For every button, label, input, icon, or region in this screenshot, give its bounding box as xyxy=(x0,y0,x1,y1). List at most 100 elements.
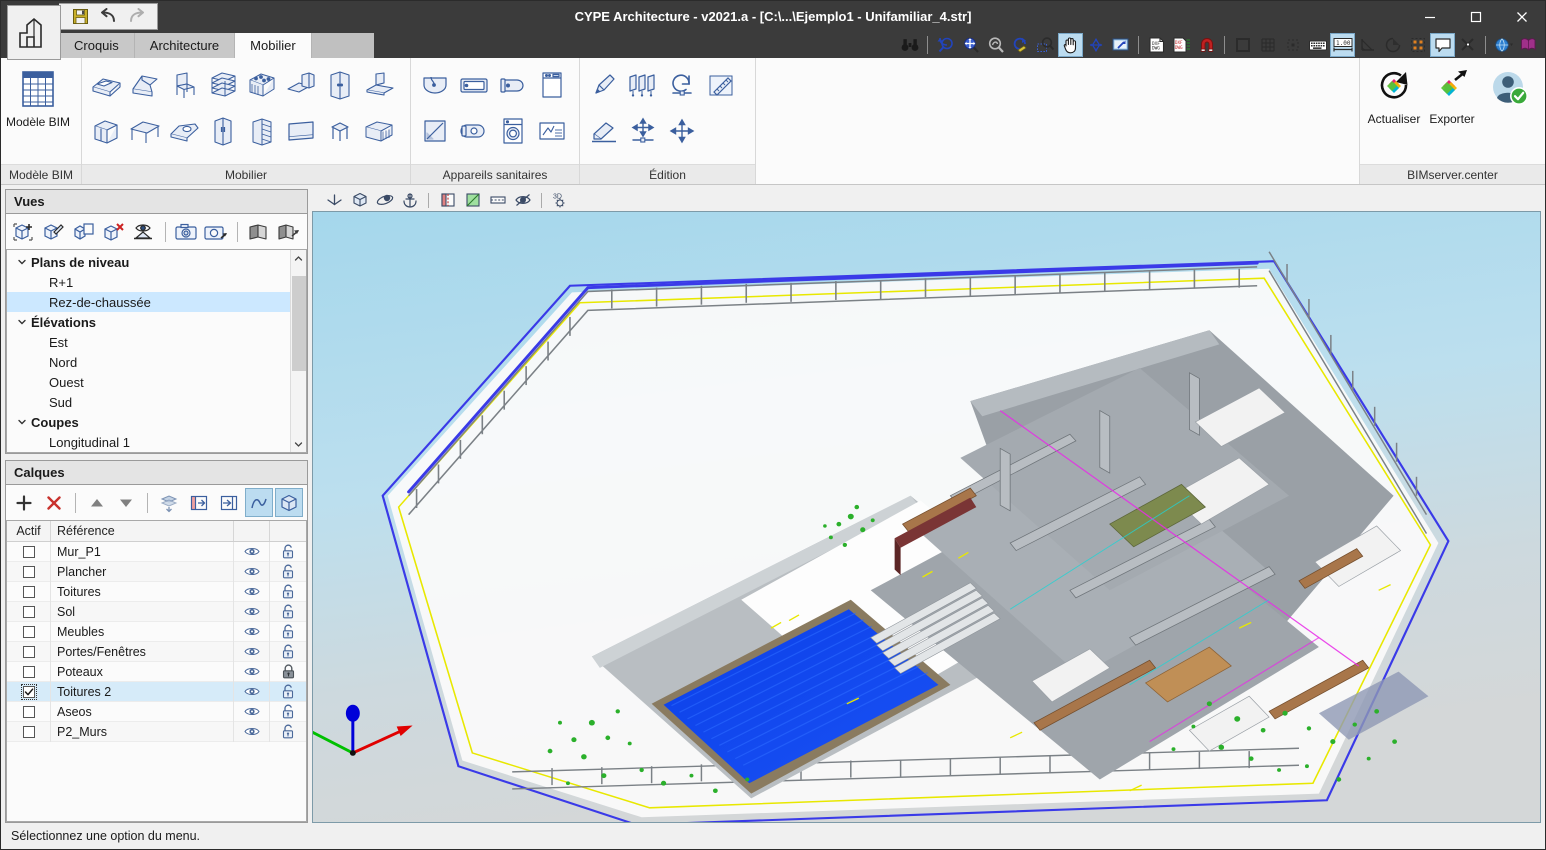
grid-icon[interactable] xyxy=(1255,33,1280,57)
kitchen-unit-icon[interactable] xyxy=(242,62,281,108)
move-up-icon[interactable] xyxy=(83,488,111,517)
save-icon[interactable] xyxy=(68,6,92,28)
table-row[interactable]: Poteaux xyxy=(7,661,306,682)
axes-icon[interactable] xyxy=(322,190,347,211)
hide-eye-icon[interactable] xyxy=(510,190,535,211)
layer-active-cell[interactable] xyxy=(7,581,51,602)
eye-icon[interactable] xyxy=(234,641,270,662)
tree-item-r1[interactable]: R+1 xyxy=(7,272,290,292)
redraw-icon[interactable] xyxy=(1008,33,1033,57)
table-row[interactable]: Sol xyxy=(7,601,306,622)
rotate-icon[interactable] xyxy=(662,62,701,108)
orbit-icon[interactable] xyxy=(1083,33,1108,57)
lock-open-icon[interactable] xyxy=(270,582,306,602)
layer-active-cell[interactable] xyxy=(7,621,51,642)
cabinet-icon[interactable] xyxy=(86,108,125,154)
magnet-snap-icon[interactable] xyxy=(1194,33,1219,57)
layer-reference-cell[interactable]: Mur_P1 xyxy=(51,542,234,562)
layer-active-checkbox[interactable] xyxy=(22,645,35,658)
print-view-icon[interactable] xyxy=(1108,33,1133,57)
edit-view-icon[interactable] xyxy=(40,217,68,246)
layer-active-checkbox[interactable] xyxy=(22,565,35,578)
move-free-icon[interactable] xyxy=(662,108,701,154)
lock-open-icon[interactable] xyxy=(270,542,306,562)
vues-tree[interactable]: Plans de niveau R+1 Rez-de-chaussée Élév… xyxy=(7,250,290,452)
eye-icon[interactable] xyxy=(234,681,270,702)
lock-open-icon[interactable] xyxy=(270,642,306,662)
dxf-dwg-import-icon[interactable]: DXF DWG xyxy=(1144,33,1169,57)
layer-reference-cell[interactable]: Poteaux xyxy=(51,661,234,682)
eye-icon[interactable] xyxy=(234,621,270,642)
redo-icon[interactable] xyxy=(124,6,148,28)
chevron-down-icon[interactable] xyxy=(13,257,31,267)
edit-pencil-icon[interactable] xyxy=(584,62,623,108)
scroll-down-icon[interactable] xyxy=(291,436,307,452)
layer-left-icon[interactable] xyxy=(185,488,213,517)
table-icon[interactable] xyxy=(125,108,164,154)
dishwasher-icon[interactable] xyxy=(532,62,571,108)
curve-snap-icon[interactable] xyxy=(244,488,273,517)
export-book-icon[interactable] xyxy=(275,217,303,246)
copy-multiple-icon[interactable] xyxy=(623,62,662,108)
layer-active-cell[interactable] xyxy=(7,561,51,582)
range-hood-icon[interactable] xyxy=(359,62,398,108)
shade-green-icon[interactable] xyxy=(460,190,485,211)
layer-reference-cell[interactable]: Aseos xyxy=(51,701,234,722)
box-icon[interactable] xyxy=(347,190,372,211)
scroll-up-icon[interactable] xyxy=(291,250,307,266)
layer-active-cell[interactable] xyxy=(7,542,51,562)
scale-100-icon[interactable]: 1.00 xyxy=(1330,33,1355,57)
pan-hand-icon[interactable] xyxy=(1058,33,1083,57)
user-account-button[interactable] xyxy=(1482,64,1538,112)
solid-view-icon[interactable] xyxy=(274,488,303,517)
table-row[interactable]: Meubles xyxy=(7,621,306,642)
wardrobe-icon[interactable] xyxy=(320,62,359,108)
tv-screen-icon[interactable] xyxy=(281,108,320,154)
chevron-down-icon[interactable] xyxy=(13,417,31,427)
eye-icon[interactable] xyxy=(234,661,270,682)
tree-item-est[interactable]: Est xyxy=(7,332,290,352)
globe-icon[interactable] xyxy=(1491,33,1516,57)
add-view-icon[interactable] xyxy=(10,217,38,246)
layer-reference-cell[interactable]: Meubles xyxy=(51,621,234,642)
3d-settings-icon[interactable]: 3D xyxy=(548,190,573,211)
eye-icon[interactable] xyxy=(234,701,270,722)
layer-reference-cell[interactable]: Toitures 2 xyxy=(51,681,234,702)
table-row[interactable]: Plancher xyxy=(7,561,306,582)
layer-active-checkbox[interactable] xyxy=(22,705,35,718)
fridge-icon[interactable] xyxy=(203,108,242,154)
stool-icon[interactable] xyxy=(320,108,359,154)
bidet-icon[interactable] xyxy=(454,108,493,154)
tab-croquis[interactable]: Croquis xyxy=(59,33,135,58)
tree-item-longitudinal-1[interactable]: Longitudinal 1 xyxy=(7,432,290,452)
tree-group-elevations[interactable]: Élévations xyxy=(7,312,290,332)
bim-model-button[interactable]: Modèle BIM xyxy=(5,62,71,129)
layer-active-cell[interactable] xyxy=(7,721,51,742)
layer-reference-cell[interactable]: P2_Murs xyxy=(51,721,234,742)
section-red-icon[interactable] xyxy=(435,190,460,211)
view-visibility-icon[interactable] xyxy=(130,217,158,246)
shower-tray-icon[interactable] xyxy=(415,108,454,154)
book-icon[interactable] xyxy=(245,217,273,246)
tab-mobilier[interactable]: Mobilier xyxy=(235,33,312,58)
table-row[interactable]: Mur_P1 xyxy=(7,542,306,562)
flatten-layers-icon[interactable] xyxy=(155,488,183,517)
bathtub-icon[interactable] xyxy=(454,62,493,108)
move-down-icon[interactable] xyxy=(113,488,141,517)
ortho-square-icon[interactable] xyxy=(1230,33,1255,57)
layer-active-cell[interactable] xyxy=(7,701,51,722)
tools-icon[interactable] xyxy=(1455,33,1480,57)
bed-double-icon[interactable] xyxy=(86,62,125,108)
layer-active-checkbox[interactable] xyxy=(22,545,35,558)
zoom-previous-icon[interactable] xyxy=(933,33,958,57)
orbit-view-icon[interactable] xyxy=(372,190,397,211)
delete-view-icon[interactable] xyxy=(100,217,128,246)
angle-icon[interactable] xyxy=(1355,33,1380,57)
undo-icon[interactable] xyxy=(96,6,120,28)
selection-box-icon[interactable] xyxy=(1405,33,1430,57)
keyboard-entry-icon[interactable] xyxy=(1305,33,1330,57)
table-row[interactable]: Portes/Fenêtres xyxy=(7,641,306,662)
erase-icon[interactable] xyxy=(584,108,623,154)
sink-basin-icon[interactable] xyxy=(415,62,454,108)
chair-icon[interactable] xyxy=(164,62,203,108)
